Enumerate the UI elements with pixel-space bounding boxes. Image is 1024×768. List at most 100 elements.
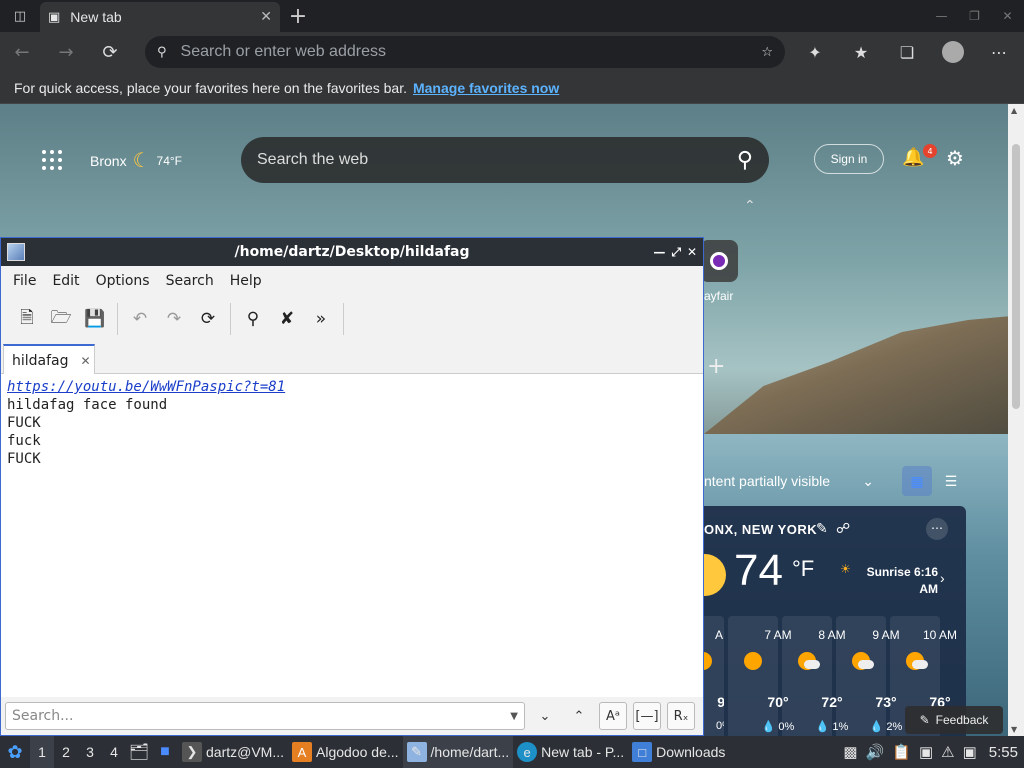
more-menu-icon[interactable]: ⋯ [976, 32, 1022, 72]
page-scrollbar[interactable]: ▲ ▼ [1008, 104, 1024, 736]
editor-titlebar[interactable]: /home/dartz/Desktop/hildafag — ⤢ ✕ [1, 238, 703, 266]
find-previous-icon[interactable]: ⌃ [565, 702, 593, 730]
redo-icon[interactable]: ↷ [158, 303, 190, 335]
extensions-icon[interactable]: ✦ [792, 32, 838, 72]
network-icon[interactable]: ▣ [919, 743, 933, 761]
scrollbar-thumb[interactable] [1012, 144, 1020, 409]
web-search-box[interactable]: Search the web ⚲ [241, 137, 769, 183]
tab-title: New tab [70, 9, 122, 25]
menu-file[interactable]: File [5, 273, 44, 289]
new-tab-button[interactable]: + [280, 0, 316, 32]
search-icon[interactable]: ⚲ [737, 148, 753, 173]
toolbar-separator [343, 303, 344, 335]
feedback-button[interactable]: ✎ Feedback [905, 706, 1003, 734]
regex-icon[interactable]: Rₓ [667, 702, 695, 730]
app-launcher-icon[interactable] [42, 150, 62, 170]
add-favorite-icon[interactable]: ☆ [761, 45, 773, 60]
chevron-down-icon[interactable]: ▼ [510, 711, 518, 722]
workspace-1[interactable]: 1 [30, 736, 54, 768]
close-icon[interactable]: ✕ [687, 245, 697, 259]
feed-visibility-dropdown[interactable]: ntent partially visible [704, 473, 862, 489]
partly-cloudy-icon [906, 652, 928, 670]
task-algodoo[interactable]: A Algodoo de... [288, 736, 403, 768]
favorites-icon[interactable]: ★ [838, 32, 884, 72]
settings-gear-icon[interactable]: ⚙ [946, 146, 964, 170]
sign-in-button[interactable]: Sign in [814, 144, 884, 174]
tab-new-tab[interactable]: ▣ New tab ✕ [40, 2, 280, 32]
restore-icon[interactable]: ❐ [958, 0, 991, 32]
task-mousepad[interactable]: ✎ /home/dart... [402, 736, 514, 768]
scroll-down-icon[interactable]: ▼ [1011, 725, 1017, 734]
back-icon[interactable]: ← [0, 32, 44, 72]
find-icon[interactable]: ⚲ [237, 303, 269, 335]
find-next-icon[interactable]: ⌄ [531, 702, 559, 730]
globe-icon[interactable]: ☍ [836, 520, 850, 537]
more-tools-icon[interactable]: » [305, 303, 337, 335]
task-label: /home/dart... [430, 744, 510, 760]
workspace-2[interactable]: 2 [54, 736, 78, 768]
new-document-icon[interactable]: 🗎 [11, 303, 43, 335]
task-downloads[interactable]: □ Downloads [628, 736, 729, 768]
maximize-icon[interactable]: ⤢ [671, 245, 681, 260]
feed-visibility-bar: ntent partially visible ⌄ ▦ ☰ [704, 466, 966, 496]
file-manager-launcher-icon[interactable]: 🗂 [126, 736, 152, 768]
menu-options[interactable]: Options [88, 273, 158, 289]
show-desktop-icon[interactable]: ■ [152, 736, 178, 768]
minimize-icon[interactable]: — [925, 0, 958, 32]
workspace-3[interactable]: 3 [78, 736, 102, 768]
update-notifier-icon[interactable]: ⚠ [941, 743, 954, 761]
manage-favorites-link[interactable]: Manage favorites now [413, 80, 559, 96]
close-tab-icon[interactable]: ✕ [260, 9, 272, 25]
notifications-bell-icon[interactable]: 🔔 [902, 147, 924, 168]
profile-avatar[interactable] [930, 32, 976, 72]
start-menu-icon[interactable]: ✿ [0, 736, 30, 768]
ntp-weather[interactable]: Bronx ☾ 74°F [90, 148, 182, 173]
match-case-icon[interactable]: Aᵃ [599, 702, 627, 730]
more-options-icon[interactable]: ⋯ [926, 518, 948, 540]
refresh-icon[interactable]: ⟳ [88, 32, 132, 72]
hour-time: AM [715, 628, 724, 642]
list-view-icon[interactable]: ☰ [936, 466, 966, 496]
algodoo-icon: A [292, 742, 313, 762]
collections-icon[interactable]: ❏ [884, 32, 930, 72]
weather-card[interactable]: ONX, NEW YORK ✎ ☍ ⋯ 74 °F ☀ Sunrise 6:16… [694, 506, 966, 736]
editor-text-area[interactable]: https://youtu.be/WwWFnPaspic?t=81 hildaf… [1, 374, 703, 697]
scroll-up-icon[interactable]: ▲ [1011, 106, 1017, 115]
minimize-icon[interactable]: — [653, 245, 665, 259]
chevron-right-icon[interactable]: › [940, 570, 945, 586]
chevron-down-icon[interactable]: ⌄ [862, 473, 874, 490]
menu-edit[interactable]: Edit [44, 273, 87, 289]
edit-pencil-icon[interactable]: ✎ [816, 520, 828, 537]
youtube-link[interactable]: https://youtu.be/WwWFnPaspic?t=81 [7, 379, 285, 395]
clock[interactable]: 5:55 [989, 744, 1018, 761]
task-edge[interactable]: e New tab - P... [513, 736, 628, 768]
power-icon[interactable]: ▣ [963, 743, 977, 761]
quick-link-tile[interactable] [700, 240, 738, 282]
tab-actions-icon[interactable]: ◫ [0, 0, 40, 32]
close-tab-icon[interactable]: ✕ [81, 354, 91, 368]
menu-help[interactable]: Help [222, 273, 270, 289]
open-folder-icon[interactable]: 🗁 [45, 303, 77, 335]
reload-icon[interactable]: ⟳ [192, 303, 224, 335]
undo-icon[interactable]: ↶ [124, 303, 156, 335]
volume-icon[interactable]: 🔊 [866, 743, 885, 761]
find-input[interactable]: Search... ▼ [5, 702, 525, 730]
close-window-icon[interactable]: ✕ [991, 0, 1024, 32]
editor-tab-bar: hildafag ✕ [1, 342, 703, 375]
weather-temp: 74 [734, 546, 783, 595]
clipboard-icon[interactable]: 📋 [892, 743, 911, 761]
collapse-chevron-icon[interactable]: ⌃ [744, 198, 756, 214]
address-bar[interactable]: ⚲ Search or enter web address ☆ [145, 36, 785, 68]
whole-word-icon[interactable]: [—] [633, 702, 661, 730]
workspace-4[interactable]: 4 [102, 736, 126, 768]
usb-icon[interactable]: ▩ [843, 743, 857, 761]
grid-view-icon[interactable]: ▦ [902, 466, 932, 496]
forward-icon[interactable]: → [44, 32, 88, 72]
task-terminal[interactable]: ❯ dartz@VM... [178, 736, 288, 768]
find-replace-icon[interactable]: ✘ [271, 303, 303, 335]
save-icon[interactable]: 💾 [79, 303, 111, 335]
editor-tab[interactable]: hildafag ✕ [3, 344, 95, 375]
hour-rain: 0% [716, 720, 724, 732]
add-quick-link-icon[interactable]: + [707, 354, 725, 379]
menu-search[interactable]: Search [158, 273, 222, 289]
